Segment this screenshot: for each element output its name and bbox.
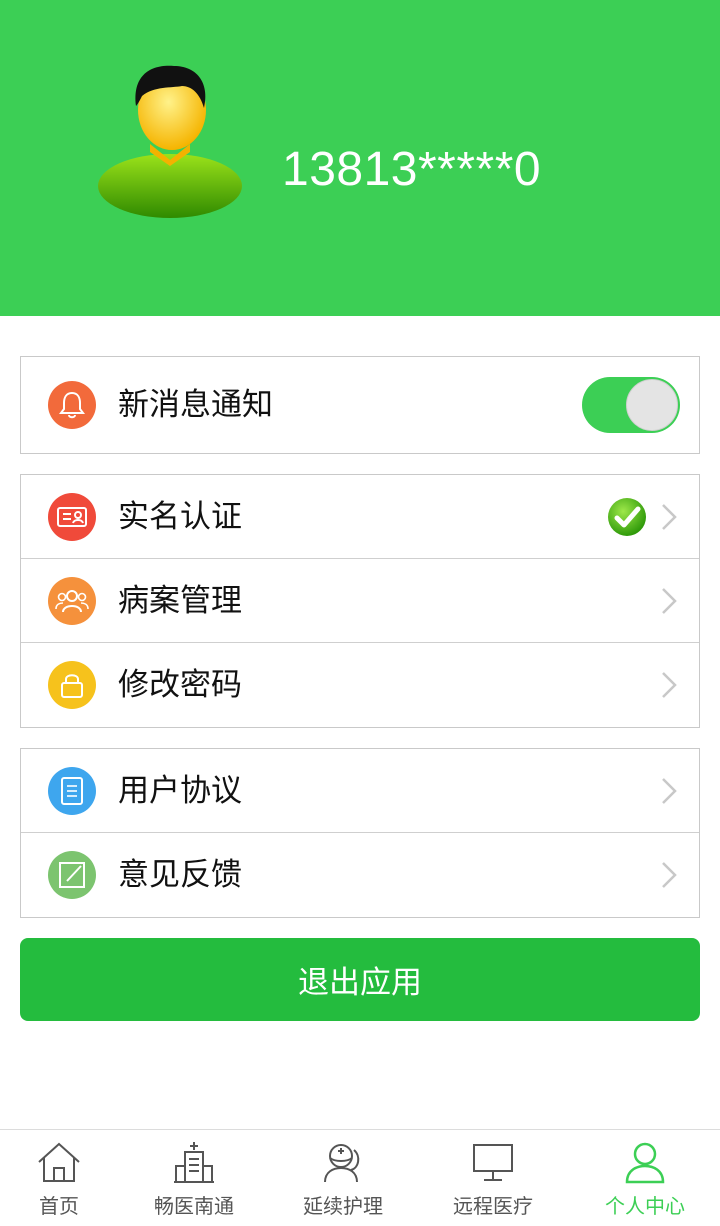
notification-row: 新消息通知 — [21, 357, 699, 453]
document-icon — [48, 767, 96, 815]
info-group: 用户协议 意见反馈 — [20, 748, 700, 918]
bell-icon — [48, 381, 96, 429]
tab-label: 个人中心 — [605, 1194, 685, 1218]
logout-button[interactable]: 退出应用 — [20, 938, 700, 1021]
bottom-tab-bar: 首页 畅医南通 延续护理 远程医疗 个人中心 — [0, 1129, 720, 1226]
chevron-right-icon — [662, 504, 677, 530]
user-icon — [625, 1142, 665, 1184]
avatar[interactable] — [92, 60, 248, 220]
tab-telemedicine[interactable]: 远程医疗 — [434, 1130, 552, 1226]
chevron-right-icon — [662, 672, 677, 698]
chevron-right-icon — [662, 862, 677, 888]
tab-nursing[interactable]: 延续护理 — [284, 1130, 402, 1226]
notification-group: 新消息通知 — [20, 356, 700, 454]
profile-header: 13813*****0 — [0, 0, 720, 316]
home-icon — [38, 1142, 80, 1182]
toggle-knob — [626, 379, 678, 431]
phone-number: 13813*****0 — [282, 143, 542, 196]
tab-home[interactable]: 首页 — [0, 1130, 118, 1226]
chevron-right-icon — [662, 778, 677, 804]
menu-item-records[interactable]: 病案管理 — [21, 559, 699, 643]
menu-item-label: 意见反馈 — [118, 857, 242, 893]
id-card-icon — [48, 493, 96, 541]
people-icon — [48, 577, 96, 625]
menu-item-label: 实名认证 — [118, 499, 242, 535]
tab-label: 首页 — [39, 1194, 79, 1218]
menu-item-agreement[interactable]: 用户协议 — [21, 749, 699, 833]
menu-item-verification[interactable]: 实名认证 — [21, 475, 699, 559]
notification-label: 新消息通知 — [118, 387, 273, 423]
menu-item-label: 修改密码 — [118, 667, 242, 703]
notification-toggle[interactable] — [582, 377, 680, 433]
tab-label: 远程医疗 — [453, 1194, 533, 1218]
menu-item-password[interactable]: 修改密码 — [21, 643, 699, 727]
hospital-icon — [174, 1142, 214, 1183]
menu-item-label: 用户协议 — [118, 773, 242, 809]
chevron-right-icon — [662, 588, 677, 614]
menu-item-label: 病案管理 — [118, 583, 242, 619]
tab-label: 延续护理 — [303, 1194, 383, 1218]
tab-hospital[interactable]: 畅医南通 — [135, 1130, 253, 1226]
lock-icon — [48, 661, 96, 709]
monitor-icon — [473, 1144, 513, 1181]
edit-icon — [48, 851, 96, 899]
menu-item-feedback[interactable]: 意见反馈 — [21, 833, 699, 917]
verified-check-icon — [608, 498, 646, 536]
nurse-icon — [324, 1144, 360, 1183]
tab-profile[interactable]: 个人中心 — [586, 1130, 704, 1226]
tab-label: 畅医南通 — [154, 1194, 234, 1218]
account-group: 实名认证 病案管理 修改密码 — [20, 474, 700, 728]
